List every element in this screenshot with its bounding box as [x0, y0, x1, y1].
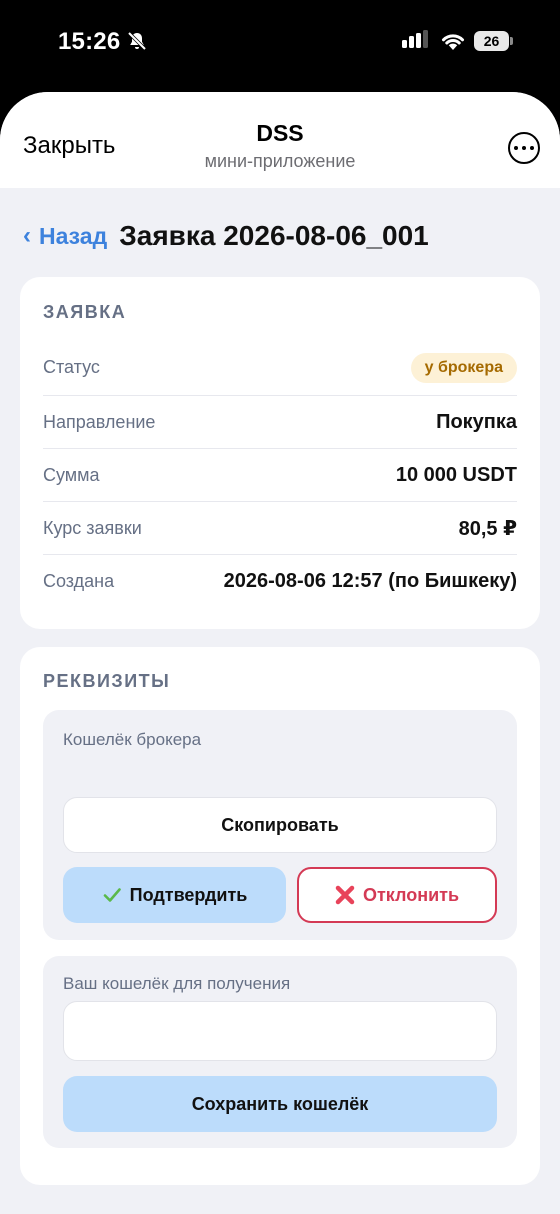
- cross-icon: [335, 885, 355, 905]
- dot-icon: [522, 146, 526, 150]
- bell-muted-icon: [127, 31, 147, 51]
- broker-wallet-panel: Кошелёк брокера Скопировать Подтвердить …: [43, 710, 517, 940]
- app-title: DSS: [256, 120, 304, 146]
- requisites-card-title: РЕКВИЗИТЫ: [43, 671, 171, 691]
- more-options-button[interactable]: [508, 132, 540, 164]
- your-wallet-panel: Ваш кошелёк для получения Сохранить коше…: [43, 956, 517, 1148]
- row-value: Покупка: [436, 411, 517, 433]
- battery-icon: 26: [474, 30, 514, 52]
- row-label: Направление: [43, 412, 156, 432]
- chevron-left-icon: ‹: [23, 222, 31, 249]
- broker-wallet-label: Кошелёк брокера: [63, 730, 202, 749]
- order-card-title: ЗАЯВКА: [43, 302, 127, 322]
- confirm-button[interactable]: Подтвердить: [63, 867, 286, 923]
- amount-row: Сумма 10 000 USDT: [43, 449, 517, 502]
- requisites-card: РЕКВИЗИТЫ Кошелёк брокера Скопировать По…: [20, 647, 540, 1185]
- app-header: Закрыть DSS мини-приложение: [0, 92, 560, 188]
- status-bar: 15:26 26: [0, 0, 560, 92]
- copy-button[interactable]: Скопировать: [63, 797, 497, 853]
- order-card: ЗАЯВКА Статус у брокера Направление Поку…: [20, 277, 540, 629]
- app-sheet: Закрыть DSS мини-приложение ‹ Назад Заяв…: [0, 92, 560, 1214]
- cellular-signal-icon: [402, 30, 428, 48]
- wifi-icon: [442, 34, 464, 50]
- confirm-label: Подтвердить: [129, 884, 248, 905]
- reject-button[interactable]: Отклонить: [297, 867, 497, 923]
- direction-row: Направление Покупка: [43, 396, 517, 449]
- status-badge: у брокера: [410, 352, 517, 383]
- page-title: Заявка 2026-08-06_001: [119, 220, 429, 251]
- row-label: Курс заявки: [43, 518, 142, 538]
- your-wallet-label: Ваш кошелёк для получения: [63, 974, 291, 993]
- row-label: Сумма: [43, 465, 100, 485]
- rate-row: Курс заявки 80,5 ₽: [43, 502, 517, 555]
- battery-level: 26: [474, 31, 509, 51]
- row-value: 2026-08-06 12:57 (по Бишкеку): [223, 570, 517, 592]
- app-subtitle: мини-приложение: [204, 151, 356, 171]
- dot-icon: [514, 146, 518, 150]
- dot-icon: [530, 146, 534, 150]
- row-value: 80,5 ₽: [458, 518, 517, 540]
- row-label: Статус: [43, 357, 100, 377]
- back-label: Назад: [39, 222, 108, 249]
- checkmark-icon: [103, 888, 121, 902]
- row-value: 10 000 USDT: [395, 464, 517, 486]
- nav-row: ‹ Назад Заявка 2026-08-06_001: [23, 218, 429, 254]
- wallet-address-input[interactable]: [63, 1001, 497, 1061]
- save-wallet-button[interactable]: Сохранить кошелёк: [63, 1076, 497, 1132]
- status-time: 15:26: [58, 28, 121, 55]
- back-link[interactable]: ‹ Назад: [23, 222, 107, 250]
- reject-label: Отклонить: [362, 884, 460, 905]
- created-row: Создана 2026-08-06 12:57 (по Бишкеку): [43, 555, 517, 608]
- row-label: Создана: [43, 571, 115, 591]
- status-row: Статус у брокера: [43, 341, 517, 394]
